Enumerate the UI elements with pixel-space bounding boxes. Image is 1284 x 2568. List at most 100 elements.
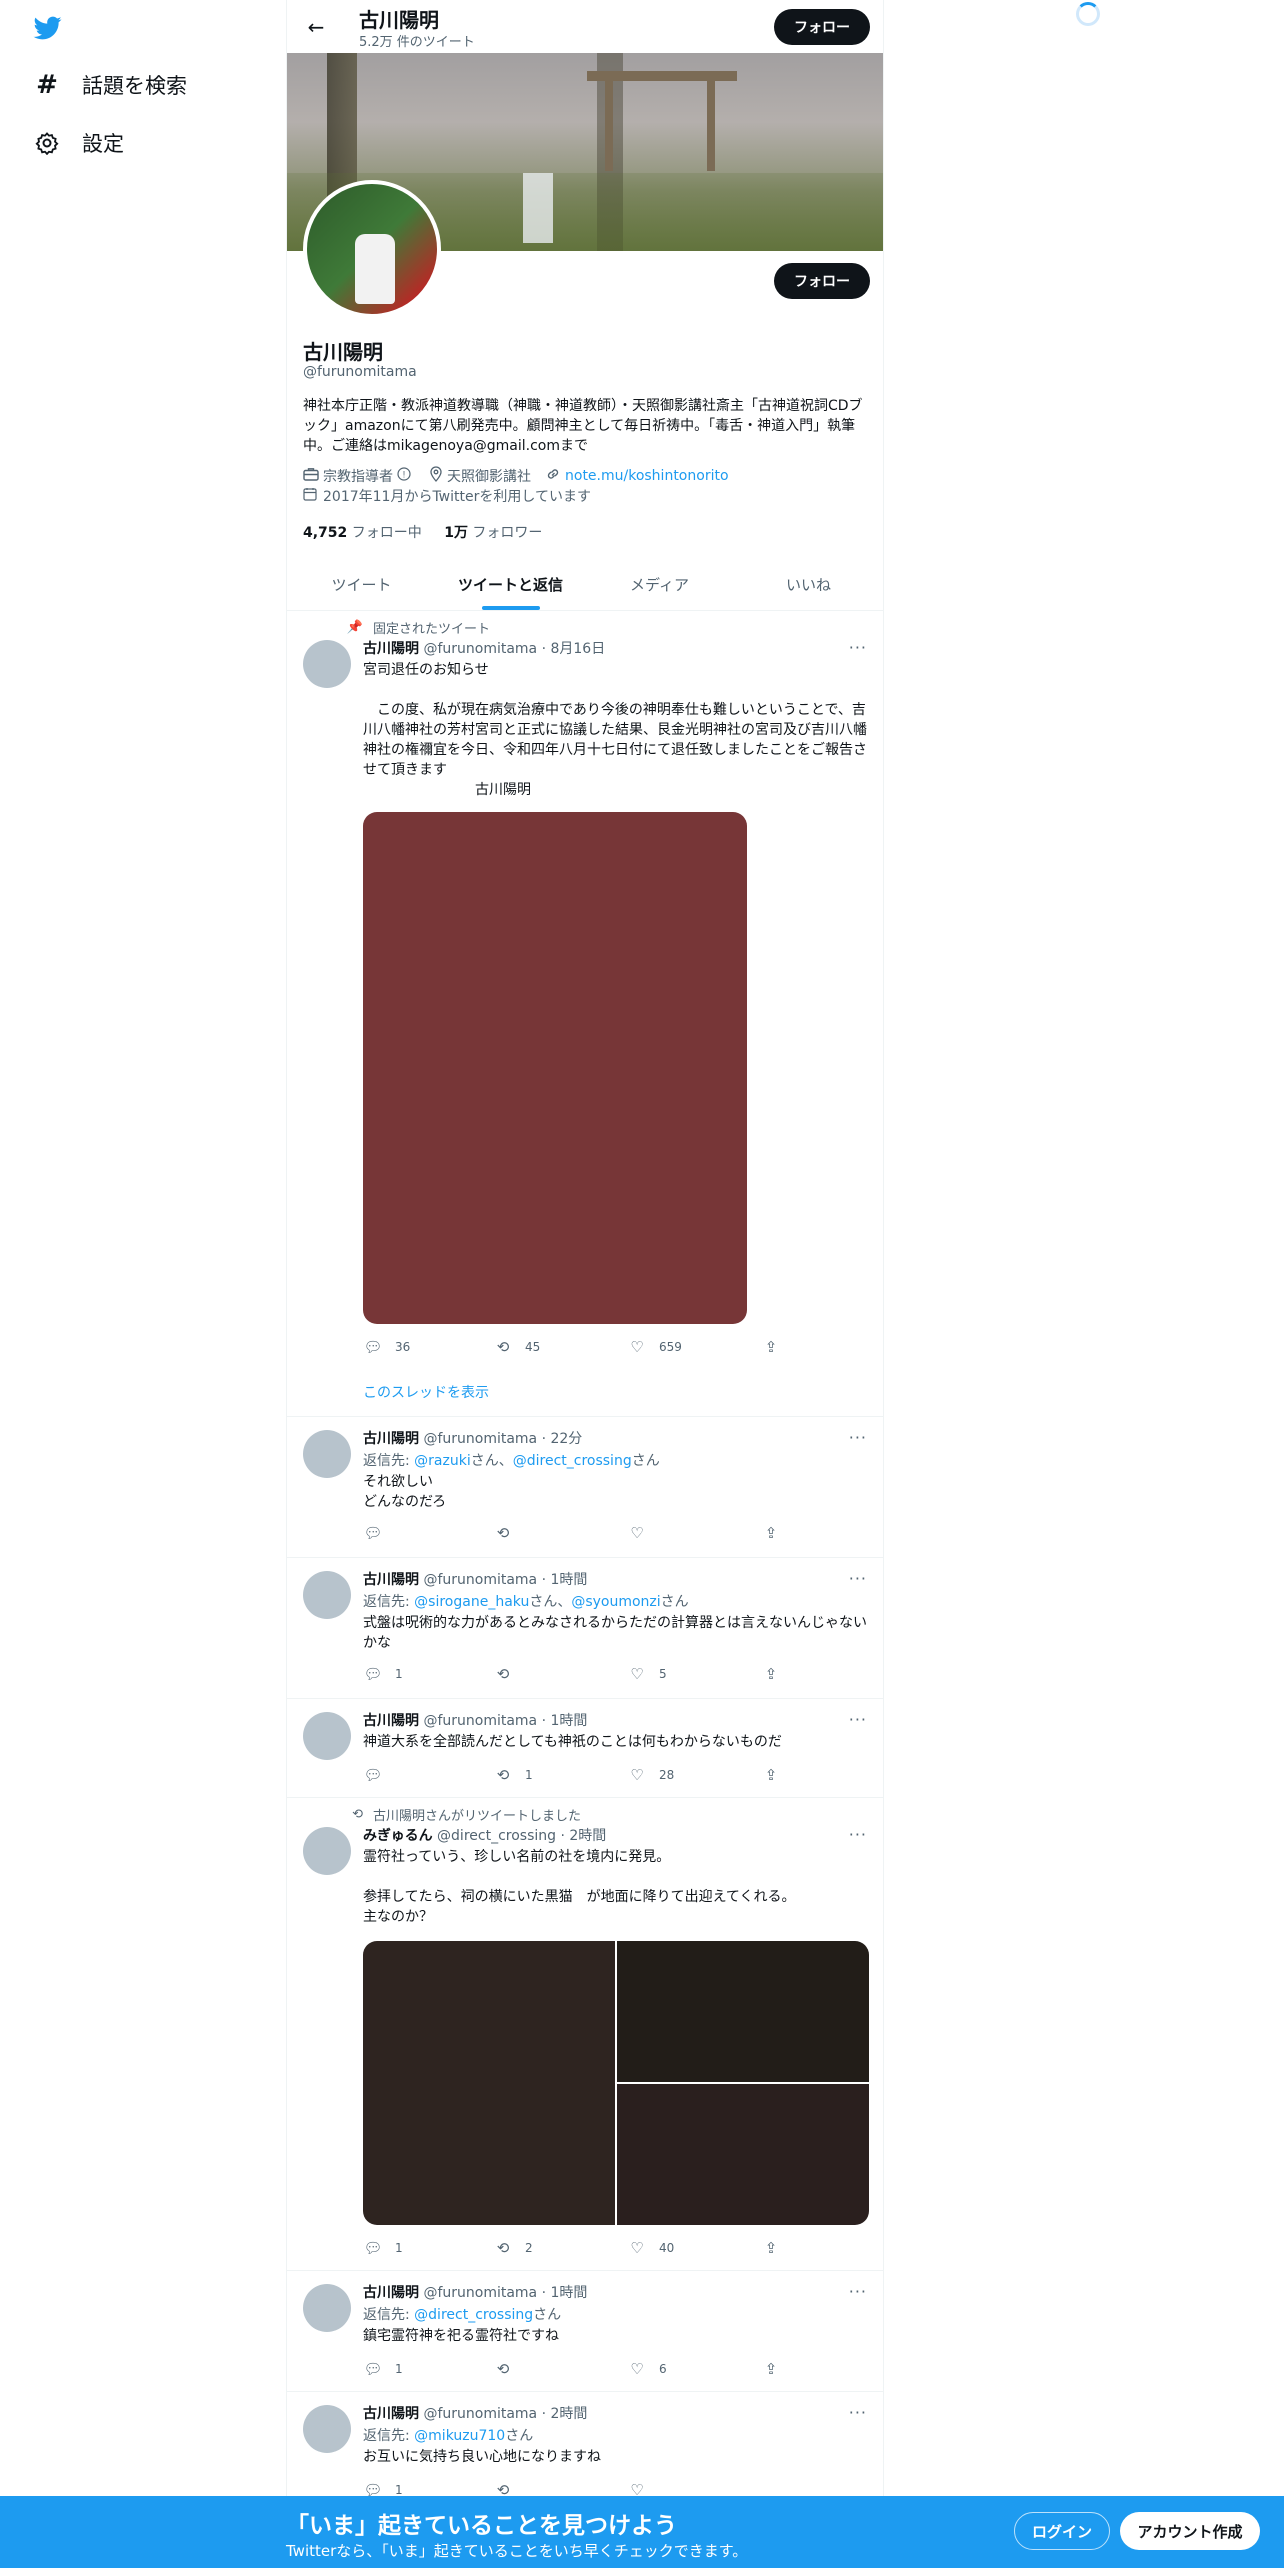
retweet-button[interactable]: ⟲ 2 [493,2239,533,2257]
avatar[interactable] [303,640,351,688]
avatar[interactable] [303,1827,351,1875]
header-follow-button[interactable]: フォロー [774,9,870,45]
author-meta[interactable]: @direct_crossing · 2時間 [437,1828,606,1844]
author-meta[interactable]: @furunomitama · 22分 [423,1431,582,1447]
retweet-icon: ⟲ [496,1766,510,1784]
more-options-icon[interactable]: ··· [849,1428,867,1447]
share-button[interactable]: ⇪ [761,1524,781,1542]
retweet-button[interactable]: ⟲ [493,2360,525,2378]
author-name[interactable]: みぎゅるん [363,1828,433,1844]
more-options-icon[interactable]: ··· [849,1569,867,1588]
tab-likes[interactable]: いいね [734,558,883,610]
share-button[interactable]: ⇪ [761,2239,781,2257]
author-meta[interactable]: @furunomitama · 1時間 [423,2285,587,2301]
share-button[interactable]: ⇪ [761,1665,781,1683]
reply-button[interactable]: 💬︎ [363,1524,395,1542]
retweet-button[interactable]: ⟲ 45 [493,1338,541,1356]
back-arrow-icon[interactable]: ← [301,12,331,42]
tweet[interactable]: 古川陽明 @furunomitama · 1時間 ··· 神道大系を全部読んだと… [287,1700,883,1798]
more-options-icon[interactable]: ··· [849,638,867,657]
following-link[interactable]: 4,752 フォロー中 [303,525,422,541]
like-button[interactable]: ♡ 6 [627,2360,666,2378]
retweet-button[interactable]: ⟲ [493,1524,525,1542]
retweet-button[interactable]: ⟲ [493,1665,525,1683]
profile-name: 古川陽明 [303,340,383,364]
tweet-pinned[interactable]: 📌 固定されたツイート 古川陽明 @furunomitama · 8月16日 ·… [287,612,883,1417]
tweet-image[interactable] [363,812,747,1324]
reply-button[interactable]: 💬︎ 1 [363,1665,402,1683]
author-name[interactable]: 古川陽明 [363,1713,419,1729]
author-name[interactable]: 古川陽明 [363,1572,419,1588]
nav-explore[interactable]: # 話題を検索 [34,70,187,100]
like-button[interactable]: ♡ 40 [627,2239,674,2257]
tweet-image[interactable] [617,1941,869,2082]
reply-button[interactable]: 💬︎ 36 [363,1338,410,1356]
tweet-header: 古川陽明 @furunomitama · 1時間 [363,1710,587,1730]
author-meta[interactable]: @furunomitama · 1時間 [423,1572,587,1588]
login-button[interactable]: ログイン [1014,2512,1110,2550]
mention-link[interactable]: @razuki [414,1453,471,1469]
tab-tweets-and-replies[interactable]: ツイートと返信 [436,558,585,610]
share-button[interactable]: ⇪ [761,2360,781,2378]
author-name[interactable]: 古川陽明 [363,2285,419,2301]
more-options-icon[interactable]: ··· [849,2282,867,2301]
reply-prefix: 返信先: [363,2307,415,2323]
tab-tweets[interactable]: ツイート [287,558,436,610]
author-name[interactable]: 古川陽明 [363,1431,419,1447]
tweet-retweeted[interactable]: ⟲ 古川陽明さんがリツイートしました みぎゅるん @direct_crossin… [287,1799,883,2271]
like-button[interactable]: ♡ 5 [627,1665,666,1683]
like-button[interactable]: ♡ 28 [627,1766,674,1784]
more-options-icon[interactable]: ··· [849,2403,867,2422]
like-button[interactable]: ♡ [627,1524,659,1542]
share-button[interactable]: ⇪ [761,1338,781,1356]
heart-icon: ♡ [630,1766,644,1784]
mention-link[interactable]: @syoumonzi [571,1594,660,1610]
mention-link[interactable]: @direct_crossing [414,2307,533,2323]
author-meta[interactable]: @furunomitama · 8月16日 [423,641,605,657]
avatar[interactable] [303,1712,351,1760]
tweet-actions: 💬︎ 1 ⟲ ♡ 5 ⇪ [363,1665,793,1685]
info-icon[interactable]: ! [397,467,411,485]
profile-url-link[interactable]: note.mu/koshintonorito [565,468,729,484]
author-name[interactable]: 古川陽明 [363,641,419,657]
tweet[interactable]: 古川陽明 @furunomitama · 2時間 ··· 返信先: @mikuz… [287,2393,883,2513]
signup-banner: 「いま」起きていることを見つけよう Twitterなら、「いま」起きていることを… [0,2496,1284,2568]
nav-settings[interactable]: 設定 [34,128,124,158]
author-meta[interactable]: @furunomitama · 2時間 [423,2406,587,2422]
share-button[interactable]: ⇪ [761,1766,781,1784]
reply-button[interactable]: 💬︎ [363,1766,395,1784]
reply-button[interactable]: 💬︎ 1 [363,2360,402,2378]
tweet[interactable]: 古川陽明 @furunomitama · 1時間 ··· 返信先: @sirog… [287,1559,883,1699]
tweet[interactable]: 古川陽明 @furunomitama · 22分 ··· 返信先: @razuk… [287,1418,883,1558]
avatar[interactable] [303,1430,351,1478]
author-name[interactable]: 古川陽明 [363,2406,419,2422]
more-options-icon[interactable]: ··· [849,1710,867,1729]
profile-avatar[interactable] [303,180,441,318]
reply-button[interactable]: 💬︎ 1 [363,2239,402,2257]
author-meta[interactable]: @furunomitama · 1時間 [423,1713,587,1729]
tweet-header: 古川陽明 @furunomitama · 2時間 [363,2403,587,2423]
profile-follow-button[interactable]: フォロー [774,263,870,299]
tweet[interactable]: 古川陽明 @furunomitama · 1時間 ··· 返信先: @direc… [287,2272,883,2392]
avatar[interactable] [303,2405,351,2453]
mention-link[interactable]: @mikuzu710 [414,2428,505,2444]
more-options-icon[interactable]: ··· [849,1825,867,1844]
pinned-label: 📌 固定されたツイート [335,618,490,637]
show-thread-link[interactable]: このスレッドを表示 [363,1382,489,1402]
avatar[interactable] [303,1571,351,1619]
like-button[interactable]: ♡ 659 [627,1338,682,1356]
reply-icon: 💬︎ [363,1524,383,1542]
tab-media[interactable]: メディア [585,558,734,610]
signup-button[interactable]: アカウント作成 [1120,2512,1260,2550]
mention-link[interactable]: @sirogane_haku [414,1594,529,1610]
avatar[interactable] [303,2284,351,2332]
retweet-button[interactable]: ⟲ 1 [493,1766,533,1784]
profile-location: 天照御影講社 [447,469,531,485]
twitter-bird-icon[interactable] [32,14,64,42]
tweet-image[interactable] [617,2084,869,2225]
followers-link[interactable]: 1万 フォロワー [444,525,542,541]
mention-link[interactable]: @direct_crossing [513,1453,632,1469]
tweet-image[interactable] [363,1941,615,2225]
heart-icon: ♡ [630,2360,644,2378]
share-icon: ⇪ [764,2360,778,2378]
